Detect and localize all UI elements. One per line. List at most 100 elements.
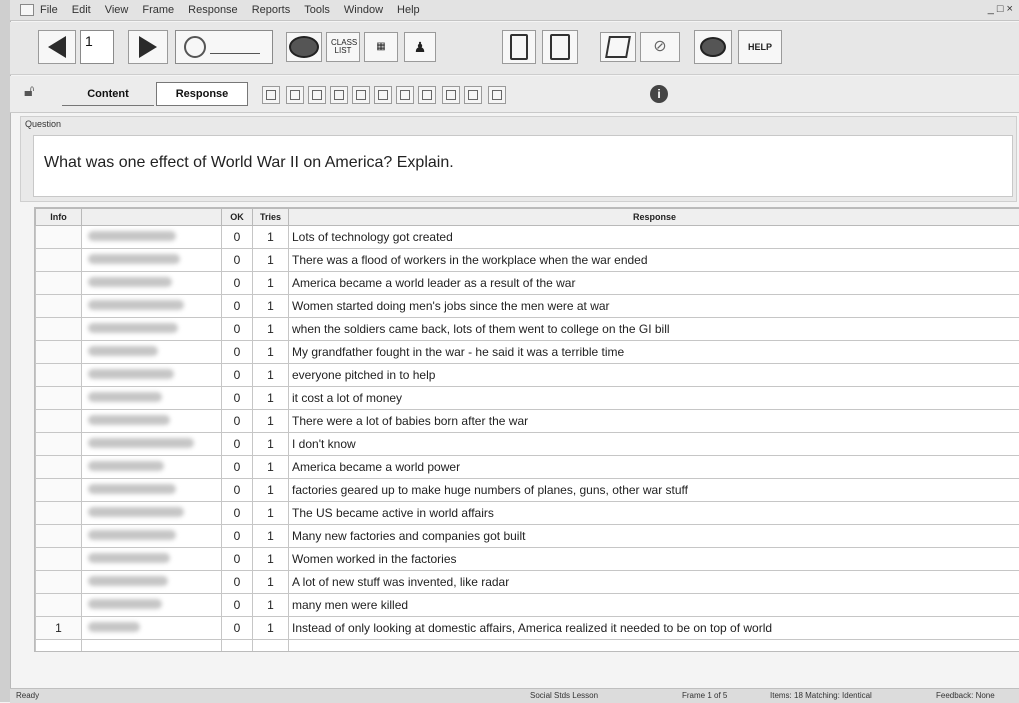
student-button[interactable]: ♟ (404, 32, 436, 62)
cell-info (36, 410, 82, 433)
cell-ok: 0 (222, 249, 253, 272)
menu-tools[interactable]: Tools (304, 4, 330, 16)
system-menu-icon[interactable] (20, 4, 34, 16)
cell-response: many men were killed (289, 594, 1019, 617)
question-label: Question (25, 119, 61, 129)
table-row[interactable]: 01There was a flood of workers in the wo… (36, 249, 1019, 272)
cell-tries: 1 (253, 548, 289, 571)
collect-responses-button[interactable] (286, 32, 322, 62)
timer-control[interactable] (175, 30, 273, 64)
status-ready: Ready (16, 691, 39, 700)
database-button[interactable] (694, 30, 732, 64)
menu-view[interactable]: View (105, 4, 129, 16)
cell-ok: 0 (222, 433, 253, 456)
table-row[interactable]: 01My grandfather fought in the war - he … (36, 341, 1019, 364)
zoom-out-icon[interactable] (464, 86, 482, 104)
lock-icon[interactable]: 🔓︎ (24, 83, 44, 105)
cell-tries: 1 (253, 387, 289, 410)
status-frame: Frame 1 of 5 (682, 691, 727, 700)
cell-name-redacted (82, 479, 222, 502)
redacted-name-blur (88, 231, 176, 241)
device-button[interactable] (502, 30, 536, 64)
pin-icon[interactable] (262, 86, 280, 104)
cell-response: Women started doing men's jobs since the… (289, 295, 1019, 318)
menu-edit[interactable]: Edit (72, 4, 91, 16)
cell-name-redacted (82, 249, 222, 272)
cell-info (36, 226, 82, 249)
header-info[interactable]: Info (36, 209, 82, 226)
table-row[interactable]: 01Many new factories and companies got b… (36, 525, 1019, 548)
cell-name-redacted (82, 525, 222, 548)
menu-reports[interactable]: Reports (252, 4, 291, 16)
cell-info (36, 456, 82, 479)
help-button[interactable]: HELP (738, 30, 782, 64)
cell-ok: 0 (222, 364, 253, 387)
header-tries[interactable]: Tries (253, 209, 289, 226)
window-controls-icon[interactable]: _ □ × (988, 3, 1013, 15)
cell-name-redacted (82, 387, 222, 410)
cell-response: My grandfather fought in the war - he sa… (289, 341, 1019, 364)
table-row[interactable]: 01many men were killed (36, 594, 1019, 617)
cell-response: I don't know (289, 433, 1019, 456)
view-toolbar: 🔓︎ Content Response i (10, 76, 1019, 113)
tab-response[interactable]: Response (156, 82, 248, 106)
zoom-in-icon[interactable] (442, 86, 460, 104)
table-row[interactable]: 01everyone pitched in to help (36, 364, 1019, 387)
compare-icon[interactable] (418, 86, 436, 104)
table-row[interactable]: 01America became a world leader as a res… (36, 272, 1019, 295)
table-row[interactable]: 01Women worked in the factories (36, 548, 1019, 571)
cell-tries: 1 (253, 502, 289, 525)
next-button[interactable] (128, 30, 168, 64)
info-icon[interactable]: i (650, 85, 668, 103)
table-row[interactable]: 01factories geared up to make huge numbe… (36, 479, 1019, 502)
cell-response: There were a lot of babies born after th… (289, 410, 1019, 433)
edit-button[interactable] (600, 32, 636, 62)
cell-response: The US became active in world affairs (289, 502, 1019, 525)
cell-tries: 1 (253, 226, 289, 249)
menu-window[interactable]: Window (344, 4, 383, 16)
column-chart-icon[interactable] (396, 86, 414, 104)
redacted-name-blur (88, 277, 172, 287)
seating-chart-button[interactable]: ▦ (364, 32, 398, 62)
class-list-button[interactable]: CLASS LIST (326, 32, 360, 62)
table-row[interactable]: 01I don't know (36, 433, 1019, 456)
cell-info (36, 594, 82, 617)
table-row[interactable]: 01Lots of technology got created (36, 226, 1019, 249)
bar-chart-icon[interactable] (308, 86, 326, 104)
redacted-name-blur (88, 369, 174, 379)
cell-ok: 0 (222, 617, 253, 640)
table-row[interactable]: 01Women started doing men's jobs since t… (36, 295, 1019, 318)
cell-name-redacted (82, 571, 222, 594)
table-row[interactable]: 01America became a world power (36, 456, 1019, 479)
grid-view-icon[interactable] (488, 86, 506, 104)
menu-file[interactable]: File (40, 4, 58, 16)
header-ok[interactable]: OK (222, 209, 253, 226)
page-number-field[interactable]: 1 (80, 30, 114, 64)
link-button[interactable]: ⊘ (640, 32, 680, 62)
cell-info (36, 272, 82, 295)
menu-help[interactable]: Help (397, 4, 420, 16)
table-row[interactable]: 01There were a lot of babies born after … (36, 410, 1019, 433)
cell-response: Women worked in the factories (289, 548, 1019, 571)
header-response[interactable]: Response (289, 209, 1019, 226)
cell-name-redacted (82, 410, 222, 433)
filter-icon[interactable] (352, 86, 370, 104)
list-icon[interactable] (286, 86, 304, 104)
menu-frame[interactable]: Frame (142, 4, 174, 16)
menu-response[interactable]: Response (188, 4, 238, 16)
tab-content[interactable]: Content (62, 82, 154, 106)
header-name[interactable] (82, 209, 222, 226)
calculator-button[interactable] (542, 30, 578, 64)
table-icon[interactable] (330, 86, 348, 104)
cell-name-redacted (82, 364, 222, 387)
handheld-icon (510, 34, 528, 60)
previous-button[interactable] (38, 30, 76, 64)
globe-icon[interactable] (374, 86, 392, 104)
link-icon: ⊘ (653, 43, 666, 51)
table-row[interactable]: 01The US became active in world affairs (36, 502, 1019, 525)
table-row[interactable]: 01when the soldiers came back, lots of t… (36, 318, 1019, 341)
cell-response: Lots of technology got created (289, 226, 1019, 249)
table-row[interactable]: 01A lot of new stuff was invented, like … (36, 571, 1019, 594)
table-row[interactable]: 01it cost a lot of money (36, 387, 1019, 410)
table-row[interactable]: 101Instead of only looking at domestic a… (36, 617, 1019, 640)
